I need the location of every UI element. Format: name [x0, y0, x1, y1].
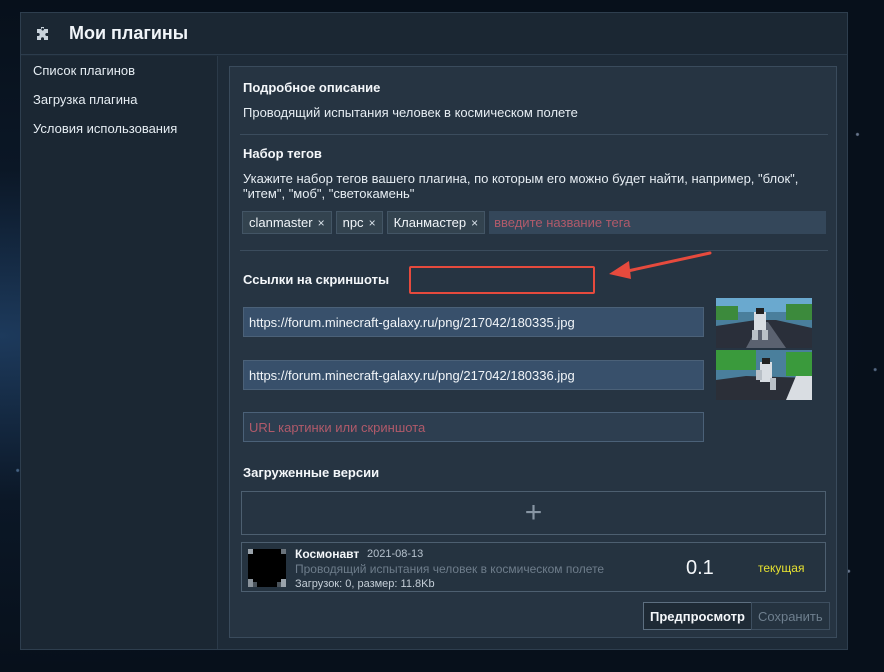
remove-tag-icon[interactable]: × — [369, 216, 376, 230]
tag-label: npc — [342, 215, 364, 230]
tag-chip: Кланмастер × — [386, 211, 486, 234]
sidebar-item-plugin-list[interactable]: Список плагинов — [21, 56, 217, 85]
divider — [240, 134, 828, 135]
version-description: Проводящий испытания человек в космическ… — [295, 562, 605, 576]
tags-field: clanmaster × npc × Кланмастер × — [242, 210, 826, 235]
plus-icon: + — [524, 496, 543, 529]
version-status-badge: текущая — [758, 561, 805, 575]
sidebar-item-terms-of-use[interactable]: Условия использования — [21, 114, 217, 143]
annotation-arrow-icon — [609, 251, 712, 279]
tag-label: clanmaster — [249, 215, 313, 230]
tags-title: Набор тегов — [243, 146, 322, 161]
version-date: 2021-08-13 — [367, 548, 424, 560]
save-button[interactable]: Сохранить — [751, 602, 830, 630]
page-title: Мои плагины — [69, 23, 189, 43]
description-text[interactable]: Проводящий испытания человек в космическ… — [243, 105, 578, 120]
version-row[interactable]: Космонавт 2021-08-13 Проводящий испытани… — [241, 542, 826, 592]
puzzle-icon — [35, 26, 51, 42]
version-number: 0.1 — [686, 557, 714, 579]
title-bar: Мои плагины — [21, 13, 847, 55]
annotation-highlight-box — [409, 266, 595, 294]
sidebar-item-upload-plugin[interactable]: Загрузка плагина — [21, 85, 217, 114]
preview-button[interactable]: Предпросмотр — [643, 602, 752, 630]
screenshot-thumbnail[interactable] — [716, 298, 812, 348]
version-plugin-name: Космонавт — [295, 547, 360, 561]
tag-chip: clanmaster × — [242, 211, 332, 234]
plugin-edit-panel: Подробное описание Проводящий испытания … — [229, 66, 837, 638]
plugin-window: Мои плагины Список плагинов Загрузка пла… — [20, 12, 848, 650]
description-title: Подробное описание — [243, 80, 381, 95]
version-meta: Загрузок: 0, размер: 11.8Kb — [295, 578, 435, 590]
sidebar: Список плагинов Загрузка плагина Условия… — [21, 56, 218, 649]
plugin-avatar — [248, 549, 286, 587]
tags-hint: Укажите набор тегов вашего плагина, по к… — [243, 171, 799, 201]
tag-chip: npc × — [335, 211, 383, 234]
remove-tag-icon[interactable]: × — [318, 216, 325, 230]
add-version-button[interactable]: + — [241, 491, 826, 535]
tag-input[interactable] — [489, 211, 826, 234]
versions-title: Загруженные версии — [243, 465, 380, 480]
screenshot-url-input[interactable] — [243, 360, 704, 390]
screenshots-title: Ссылки на скриншоты — [243, 272, 390, 287]
screenshot-url-input[interactable] — [243, 307, 704, 337]
new-screenshot-url-input[interactable] — [243, 412, 704, 442]
remove-tag-icon[interactable]: × — [471, 216, 478, 230]
screenshot-thumbnail[interactable] — [716, 350, 812, 400]
tag-label: Кланмастер — [393, 215, 467, 230]
divider — [240, 250, 828, 251]
